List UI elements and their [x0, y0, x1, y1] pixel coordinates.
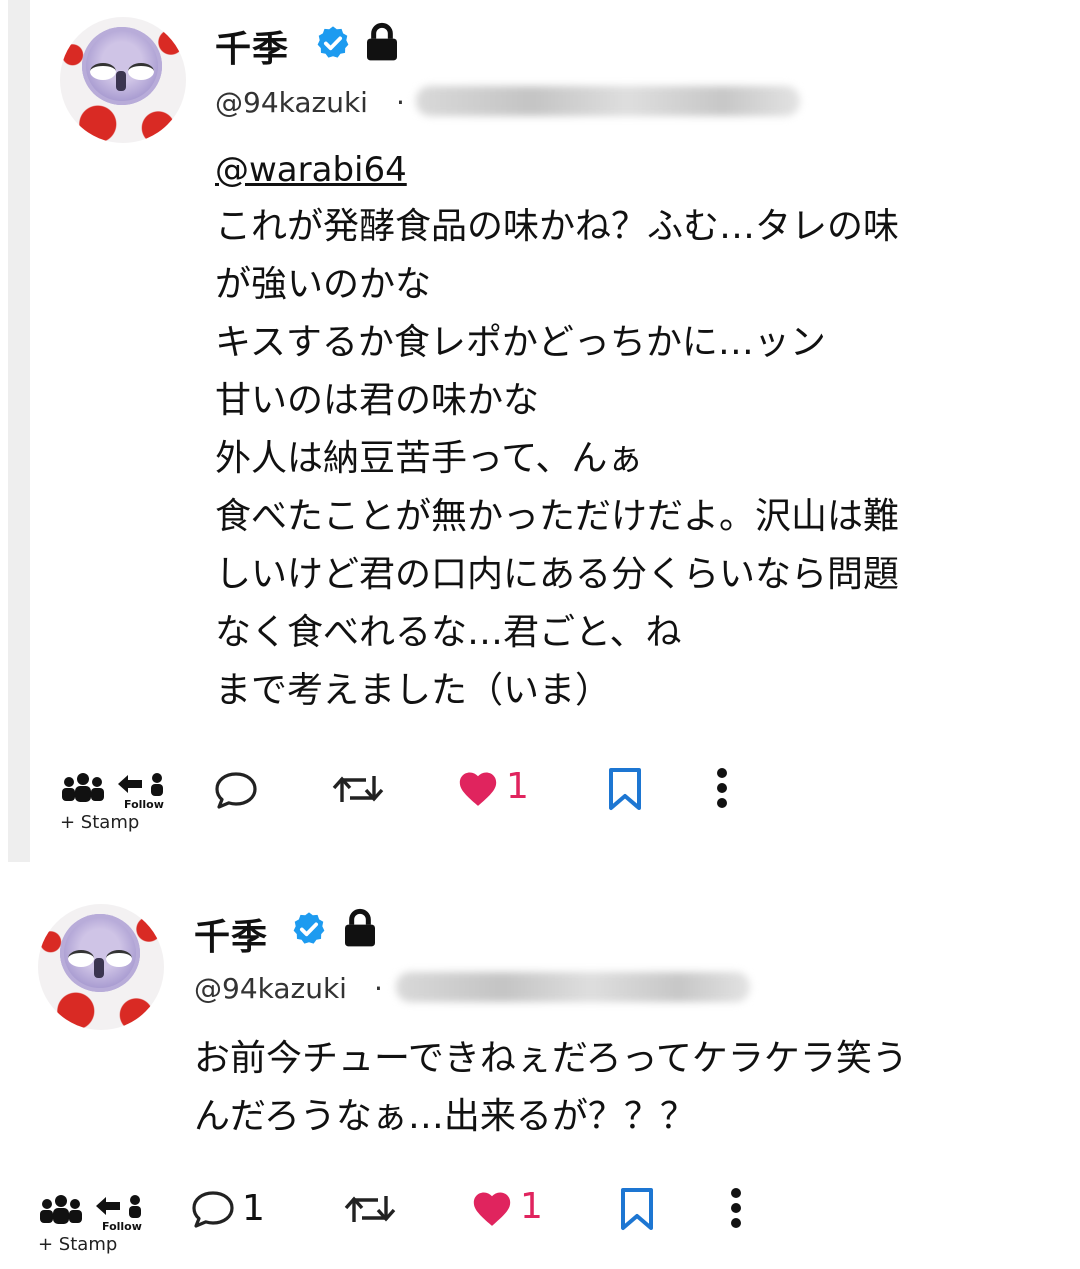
stamp-label: + Stamp — [60, 812, 140, 833]
stamp-follow-button[interactable]: Follow + Stamp — [38, 1190, 150, 1260]
like-count: 1 — [506, 766, 529, 807]
reply-count: 1 — [242, 1188, 265, 1229]
blurred-timestamp — [396, 972, 750, 1002]
mention-link[interactable]: @warabi64 — [215, 150, 407, 190]
avatar-figure — [82, 27, 162, 105]
post-text: お前今チューできねぇだろってケラケラ笑う んだろうなぁ…出来るが？？？ — [194, 1038, 908, 1137]
avatar[interactable] — [60, 17, 186, 143]
bookmark-icon[interactable] — [618, 1186, 656, 1232]
like-button[interactable]: 1 — [456, 766, 529, 807]
lock-icon — [367, 22, 397, 61]
repost-icon[interactable] — [342, 1190, 398, 1228]
reply-icon — [192, 1190, 234, 1228]
heart-icon — [459, 771, 497, 806]
heart-icon — [473, 1191, 511, 1226]
verified-badge-icon — [293, 912, 325, 944]
like-count: 1 — [520, 1186, 543, 1227]
repost-icon[interactable] — [330, 770, 386, 808]
stamp-follow-button[interactable]: Follow + Stamp — [60, 768, 172, 838]
post: 千季 @94kazuki · @warabi64 これが発酵食品の味かね？ふむ…… — [8, 0, 1080, 862]
reply-button[interactable]: 1 — [190, 1188, 265, 1229]
follow-arrow-icon — [118, 773, 163, 796]
post: 千季 @94kazuki · お前今チューできねぇだろってケラケラ笑う んだろう… — [0, 880, 1080, 1269]
more-icon[interactable] — [726, 1186, 746, 1232]
post-text: これが発酵食品の味かね？ふむ…タレの味 が強いのかな キスするか食レポかどっちか… — [215, 206, 900, 711]
more-icon[interactable] — [712, 766, 732, 812]
display-name[interactable]: 千季 — [194, 908, 268, 960]
handle[interactable]: @94kazuki — [194, 972, 347, 1005]
handle[interactable]: @94kazuki — [215, 86, 368, 119]
avatar[interactable] — [38, 904, 164, 1030]
lock-icon — [345, 908, 375, 947]
reply-icon[interactable] — [213, 770, 259, 810]
avatar-figure — [60, 914, 140, 992]
follow-label: Follow — [124, 798, 164, 811]
separator: · — [374, 972, 383, 1005]
like-button[interactable]: 1 — [470, 1186, 543, 1227]
people-icon — [62, 773, 104, 802]
stamp-label: + Stamp — [38, 1234, 118, 1255]
bookmark-icon[interactable] — [606, 766, 644, 812]
follow-arrow-icon — [96, 1195, 141, 1218]
separator: · — [396, 86, 405, 119]
blurred-timestamp — [416, 86, 800, 116]
people-icon — [40, 1195, 82, 1224]
verified-badge-icon — [317, 26, 349, 58]
display-name[interactable]: 千季 — [215, 20, 289, 72]
follow-label: Follow — [102, 1220, 142, 1233]
